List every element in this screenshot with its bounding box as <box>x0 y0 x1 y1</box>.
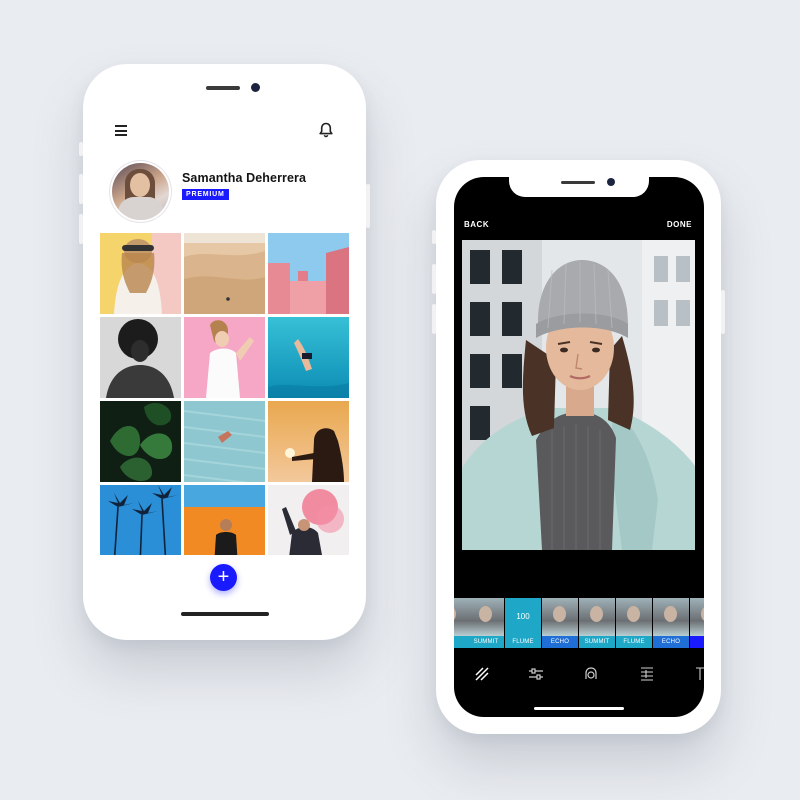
adjust-icon[interactable] <box>527 665 545 683</box>
back-button[interactable]: BACK <box>464 220 489 229</box>
grid-photo[interactable] <box>184 317 265 398</box>
earpiece-speaker <box>561 181 595 184</box>
grid-photo[interactable] <box>100 317 181 398</box>
add-button[interactable]: + <box>210 564 237 591</box>
filter-thumb[interactable]: SUMMIT <box>579 598 615 648</box>
filter-strip: O SUMMIT 100FLUME ECHO SUMMIT FLUME ECHO… <box>454 598 704 648</box>
editor-screen: BACK DONE SUMMIT 100 FLUME ECHO SUMMIT F… <box>454 177 704 717</box>
grid-photo[interactable] <box>268 317 349 398</box>
volume-up-button <box>79 174 83 204</box>
grid-photo[interactable] <box>268 233 349 314</box>
details-icon[interactable] <box>638 665 656 683</box>
filter-thumb-selected[interactable]: 100 FLUME <box>505 598 541 648</box>
front-camera <box>251 83 260 92</box>
filter-strength-value: 100 <box>505 598 541 636</box>
profile-phone: Samantha Deherrera PREMIUM + <box>79 64 370 640</box>
grid-photo[interactable] <box>100 485 181 555</box>
done-button[interactable]: DONE <box>667 220 692 229</box>
volume-down-button <box>79 214 83 244</box>
premium-badge: PREMIUM <box>182 189 229 200</box>
side-button <box>79 142 83 156</box>
filter-thumb[interactable]: SUMMIT <box>468 598 504 648</box>
grid-photo[interactable] <box>184 485 265 555</box>
grid-photo[interactable] <box>184 233 265 314</box>
more-tools-icon[interactable] <box>692 665 704 683</box>
grid-photo[interactable] <box>100 233 181 314</box>
filter-thumb[interactable]: FLUME <box>616 598 652 648</box>
retouch-icon[interactable] <box>582 665 600 683</box>
grid-photo[interactable] <box>100 401 181 482</box>
filters-icon[interactable] <box>473 665 491 683</box>
filter-thumb[interactable]: ECHO <box>653 598 689 648</box>
notch <box>509 177 649 197</box>
earpiece-speaker <box>206 86 240 90</box>
home-indicator[interactable] <box>181 612 269 616</box>
volume-down-button <box>432 304 436 334</box>
filter-thumb[interactable]: SU <box>690 598 704 648</box>
side-button <box>432 230 436 244</box>
power-button <box>366 184 370 228</box>
grid-photo[interactable] <box>268 401 349 482</box>
home-indicator[interactable] <box>534 707 624 710</box>
user-name: Samantha Deherrera <box>182 171 307 185</box>
filter-thumb[interactable]: O <box>454 598 468 648</box>
power-button <box>721 290 725 334</box>
avatar[interactable] <box>112 163 169 220</box>
edited-photo <box>462 240 695 550</box>
hamburger-menu-icon[interactable] <box>115 125 127 136</box>
grid-photo[interactable] <box>184 401 265 482</box>
photo-grid <box>100 233 349 555</box>
bell-icon[interactable] <box>319 122 333 138</box>
front-camera <box>607 178 615 186</box>
volume-up-button <box>432 264 436 294</box>
editor-phone: BACK DONE SUMMIT 100 FLUME ECHO SUMMIT F… <box>432 160 725 734</box>
filter-thumb[interactable]: ECHO <box>542 598 578 648</box>
grid-photo[interactable] <box>268 485 349 555</box>
